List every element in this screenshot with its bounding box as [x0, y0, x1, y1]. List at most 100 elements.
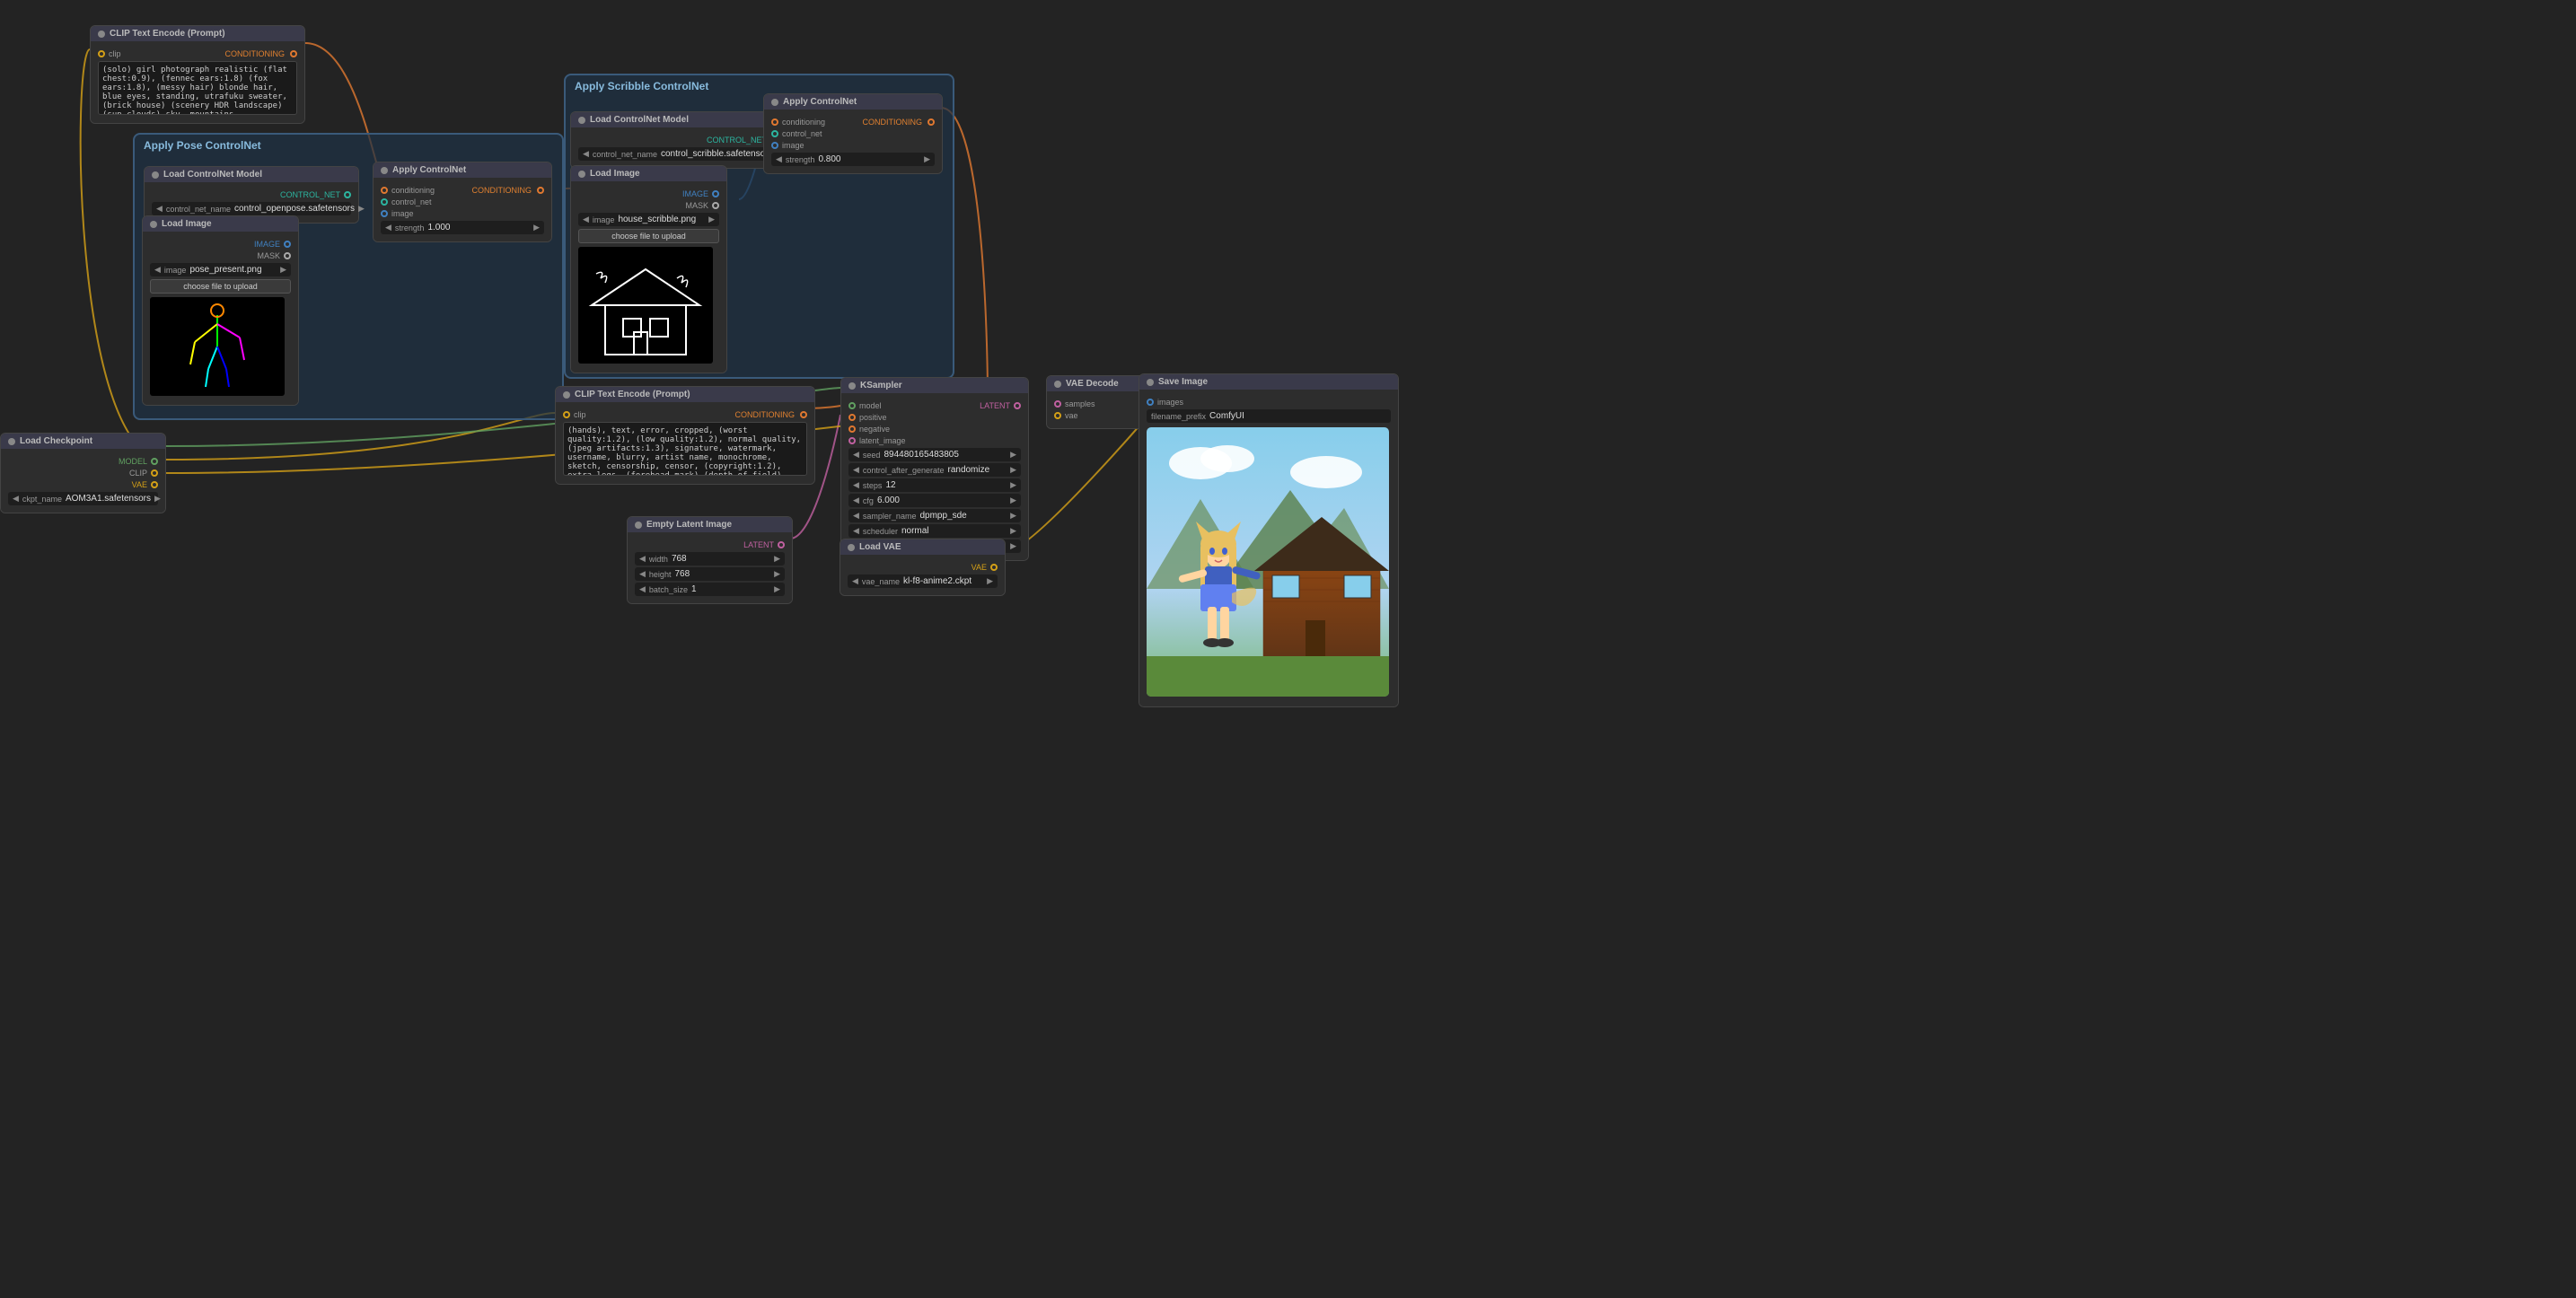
vae-in-port[interactable]	[1054, 412, 1061, 419]
mask-out-label: MASK	[257, 251, 280, 260]
steps-right-arrow[interactable]: ▶	[1010, 480, 1016, 490]
filename-prefix-field: filename_prefix ComfyUI	[1147, 409, 1391, 423]
cfg-right-arrow[interactable]: ▶	[1010, 496, 1016, 505]
scheduler-value: normal	[901, 526, 1007, 536]
images-in-port[interactable]	[1147, 399, 1154, 406]
clip-text-2-textarea[interactable]: (hands), text, error, cropped, (worst qu…	[563, 422, 807, 476]
cfg-field: ◀ cfg 6.000 ▶	[848, 494, 1021, 507]
upload-btn-1[interactable]: choose file to upload	[150, 279, 291, 294]
node-dot	[578, 171, 585, 178]
vae-output-port[interactable]	[151, 481, 158, 488]
strength-left-arrow[interactable]: ◀	[385, 223, 391, 232]
control-net-output-row: CONTROL_NET	[152, 190, 351, 199]
control-after-field: ◀ control_after_generate randomize ▶	[848, 463, 1021, 477]
vae-right-arrow[interactable]: ▶	[987, 576, 993, 586]
batch-right-arrow[interactable]: ▶	[774, 584, 780, 594]
left-arrow[interactable]: ◀	[156, 204, 163, 214]
clip-2-input-port[interactable]	[563, 411, 570, 418]
load-controlnet-2-body: CONTROL_NET ◀ control_net_name control_s…	[571, 127, 785, 168]
load-controlnet-1-header: Load ControlNet Model	[145, 167, 358, 182]
apply-controlnet-2-node: Apply ControlNet conditioning CONDITIONI…	[763, 93, 943, 174]
height-left-arrow[interactable]: ◀	[639, 569, 646, 579]
image-2-left-arrow[interactable]: ◀	[583, 215, 589, 224]
ckpt-right-arrow[interactable]: ▶	[154, 494, 161, 504]
model-output-port[interactable]	[151, 458, 158, 465]
strength-value: 1.000	[427, 223, 530, 232]
field-label-2: control_net_name	[593, 150, 657, 159]
latent-image-in-port[interactable]	[848, 437, 856, 444]
mask-2-out-port[interactable]	[712, 202, 719, 209]
conditioning-2-out-port[interactable]	[928, 118, 935, 126]
width-left-arrow[interactable]: ◀	[639, 554, 646, 564]
latent-out-port-2[interactable]	[778, 541, 785, 548]
left-arrow-2[interactable]: ◀	[583, 149, 589, 159]
scheduler-left-arrow[interactable]: ◀	[853, 526, 859, 536]
model-in-port[interactable]	[848, 402, 856, 409]
batch-left-arrow[interactable]: ◀	[639, 584, 646, 594]
strength-right-arrow[interactable]: ▶	[533, 223, 540, 232]
load-controlnet-2-title: Load ControlNet Model	[590, 115, 689, 125]
conditioning-output-label: CONDITIONING	[225, 49, 287, 58]
denoise-right-arrow[interactable]: ▶	[1010, 541, 1016, 551]
image-2-right-arrow[interactable]: ▶	[708, 215, 715, 224]
sampler-left-arrow[interactable]: ◀	[853, 511, 859, 521]
negative-in-port[interactable]	[848, 425, 856, 433]
control-right-arrow[interactable]: ▶	[1010, 465, 1016, 475]
control-net-in-port[interactable]	[381, 198, 388, 206]
load-image-2-node: Load Image IMAGE MASK ◀ image house_scri…	[570, 165, 727, 373]
strength-2-left-arrow[interactable]: ◀	[776, 154, 782, 164]
conditioning-2-in-port[interactable]	[771, 118, 778, 126]
node-dot	[578, 117, 585, 124]
control-left-arrow[interactable]: ◀	[853, 465, 859, 475]
apply-controlnet-1-body: conditioning CONDITIONING control_net im…	[374, 178, 551, 241]
image-2-out-port[interactable]	[712, 190, 719, 197]
image-2-in-port[interactable]	[771, 142, 778, 149]
scheduler-right-arrow[interactable]: ▶	[1010, 526, 1016, 536]
image-right-arrow[interactable]: ▶	[280, 265, 286, 275]
conditioning-in-port[interactable]	[381, 187, 388, 194]
clip-output-port[interactable]	[151, 469, 158, 477]
latent-out-port[interactable]	[1014, 402, 1021, 409]
ckpt-left-arrow[interactable]: ◀	[13, 494, 19, 504]
node-dot	[150, 221, 157, 228]
image-in-port[interactable]	[381, 210, 388, 217]
seed-left-arrow[interactable]: ◀	[853, 450, 859, 460]
width-right-arrow[interactable]: ▶	[774, 554, 780, 564]
clip-input-port[interactable]	[98, 50, 105, 57]
control-net-2-in-port[interactable]	[771, 130, 778, 137]
seed-right-arrow[interactable]: ▶	[1010, 450, 1016, 460]
image-2-in-row: image	[771, 141, 935, 150]
conditioning-2-output-port[interactable]	[800, 411, 807, 418]
clip-text-1-textarea[interactable]: (solo) girl photograph realistic (flat c…	[98, 61, 297, 115]
image-out-port[interactable]	[284, 241, 291, 248]
image-left-arrow[interactable]: ◀	[154, 265, 161, 275]
vae-output-row: VAE	[8, 480, 158, 489]
conditioning-out-label: CONDITIONING	[472, 186, 534, 195]
positive-in-port[interactable]	[848, 414, 856, 421]
height-right-arrow[interactable]: ▶	[774, 569, 780, 579]
sampler-right-arrow[interactable]: ▶	[1010, 511, 1016, 521]
scheduler-field: ◀ scheduler normal ▶	[848, 524, 1021, 538]
conditioning-output-port[interactable]	[290, 50, 297, 57]
upload-btn-2[interactable]: choose file to upload	[578, 229, 719, 243]
control-net-output-port[interactable]	[344, 191, 351, 198]
sampler-value: dpmpp_sde	[919, 511, 1007, 521]
steps-left-arrow[interactable]: ◀	[853, 480, 859, 490]
vae-left-arrow[interactable]: ◀	[852, 576, 858, 586]
mask-2-out-label: MASK	[685, 201, 708, 210]
apply-controlnet-2-header: Apply ControlNet	[764, 94, 942, 110]
samples-in-port[interactable]	[1054, 400, 1061, 408]
filename-value: ComfyUI	[1209, 411, 1386, 421]
image-out-row: IMAGE	[150, 240, 291, 249]
apply-controlnet-1-title: Apply ControlNet	[392, 165, 466, 175]
conditioning-out-port[interactable]	[537, 187, 544, 194]
cfg-left-arrow[interactable]: ◀	[853, 496, 859, 505]
strength-field: ◀ strength 1.000 ▶	[381, 221, 544, 234]
right-arrow[interactable]: ▶	[358, 204, 365, 214]
mask-out-port[interactable]	[284, 252, 291, 259]
node-dot	[771, 99, 778, 106]
sampler-label: sampler_name	[863, 512, 917, 521]
strength-2-right-arrow[interactable]: ▶	[924, 154, 930, 164]
vae-out-label: VAE	[971, 563, 987, 572]
vae-out-port[interactable]	[990, 564, 998, 571]
